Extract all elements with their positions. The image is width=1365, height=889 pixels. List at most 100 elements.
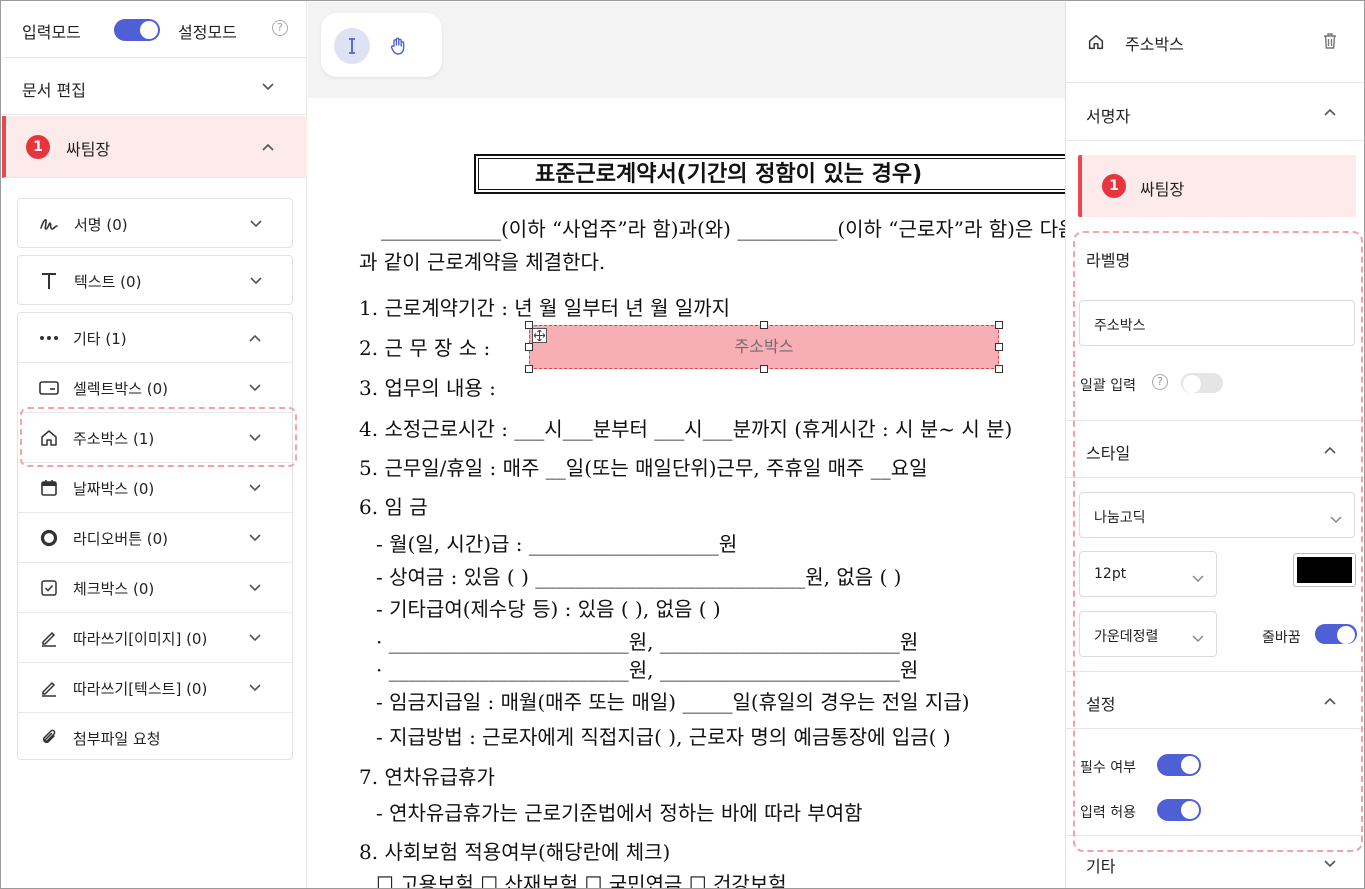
trash-icon[interactable] (1320, 31, 1340, 51)
calendar-icon (38, 477, 60, 499)
doc-line: 1. 근로계약기간 : 년 월 일부터 년 월 일까지 (359, 296, 731, 320)
setting-mode-label: 설정모드 (178, 23, 237, 42)
group-other-label: 기타 (1) (73, 330, 127, 348)
signer-badge: 1 (26, 135, 50, 159)
properties-title: 주소박스 (1125, 35, 1184, 54)
hand-icon[interactable] (380, 28, 416, 64)
address-box-label: 주소박스 (734, 337, 794, 356)
chevron-up-icon (261, 140, 275, 154)
doc-line: · ________________________원, ___________… (376, 658, 919, 682)
left-panel: 입력모드 설정모드 ? 문서 편집 1 싸팀장 서명 (0) 텍스트 (0) 기… (2, 2, 307, 888)
doc-line: 4. 소정근로시간 : ___시___분부터 ___시___분까지 (휴게시간 … (359, 417, 1013, 441)
doc-line: - 지급방법 : 근로자에게 직접지급( ), 근로자 명의 예금통장에 입금(… (376, 725, 951, 749)
group-other: 기타 (1) 셀렉트박스 (0) 주소박스 (1) 날짜박스 (0) 라디오버튼… (17, 312, 293, 760)
chevron-up-icon (1323, 105, 1337, 119)
signer-row[interactable]: 1 싸팀장 (2, 116, 307, 178)
pen-icon (38, 627, 60, 649)
paperclip-icon (38, 727, 60, 749)
doc-line: - 월(일, 시간)급 : ___________________원 (376, 532, 738, 556)
home-icon (1086, 32, 1106, 52)
item-label: 따라쓰기[이미지] (0) (73, 630, 208, 648)
input-mode-label: 입력모드 (22, 23, 81, 42)
chevron-down-icon (261, 80, 275, 94)
group-text[interactable]: 텍스트 (0) (17, 255, 293, 305)
help-icon[interactable]: ? (272, 20, 288, 36)
item-label: 체크박스 (0) (73, 580, 155, 598)
group-other-header[interactable]: 기타 (1) (18, 313, 292, 363)
chevron-down-icon (249, 217, 263, 231)
resize-handle[interactable] (525, 321, 533, 329)
move-handle-icon[interactable] (532, 328, 547, 343)
signature-icon (38, 213, 60, 235)
item-label: 날짜박스 (0) (73, 480, 155, 498)
doc-line: - 임금지급일 : 매월(매주 또는 매일) _____일(휴일의 경우는 전일… (376, 690, 970, 714)
pen-icon (38, 677, 60, 699)
resize-handle[interactable] (995, 365, 1003, 373)
chevron-down-icon (248, 381, 262, 395)
signer-name: 싸팀장 (66, 140, 111, 159)
app-window: 입력모드 설정모드 ? 문서 편집 1 싸팀장 서명 (0) 텍스트 (0) 기… (0, 0, 1365, 889)
chevron-down-icon (249, 274, 263, 288)
text-cursor-icon[interactable] (334, 28, 370, 64)
chevron-down-icon (248, 631, 262, 645)
doc-line: 과 같이 근로계약을 체결한다. (359, 250, 606, 274)
resize-handle[interactable] (995, 343, 1003, 351)
resize-handle[interactable] (525, 343, 533, 351)
group-signature[interactable]: 서명 (0) (17, 198, 293, 248)
doc-line: 3. 업무의 내용 : (359, 376, 496, 400)
doc-line: - 상여금 : 있음 ( ) _________________________… (376, 565, 902, 589)
item-trace-image[interactable]: 따라쓰기[이미지] (0) (18, 612, 292, 662)
item-label: 라디오버튼 (0) (73, 530, 169, 548)
doc-line: 8. 사회보험 적용여부(해당란에 체크) (359, 840, 671, 864)
tool-pill (321, 13, 442, 77)
chevron-down-icon (248, 681, 262, 695)
checkbox-icon (38, 577, 60, 599)
chevron-down-icon (248, 531, 262, 545)
doc-line: · ________________________원, ___________… (376, 630, 919, 654)
other-section-title: 기타 (1086, 857, 1116, 876)
item-select-box[interactable]: 셀렉트박스 (0) (18, 362, 292, 412)
item-label: 셀렉트박스 (0) (73, 380, 169, 398)
mode-toggle[interactable] (114, 19, 160, 41)
doc-line: - 연차유급휴가는 근로기준법에서 정하는 바에 따라 부여함 (376, 801, 863, 825)
item-radio-button[interactable]: 라디오버튼 (0) (18, 512, 292, 562)
doc-edit-row[interactable]: 문서 편집 (2, 59, 307, 115)
group-text-label: 텍스트 (0) (74, 273, 142, 291)
doc-line: ____________(이하 “사업주”라 함)과(와) __________… (381, 217, 1065, 241)
select-box-icon (38, 377, 60, 399)
resize-handle[interactable] (995, 321, 1003, 329)
doc-edit-label: 문서 편집 (22, 81, 86, 100)
properties-panel: 주소박스 서명자 1 싸팀장 라벨명 주소박스 일괄 입력 ? 스타일 나눔고딕… (1065, 2, 1364, 888)
chevron-down-icon (248, 581, 262, 595)
signer-name: 싸팀장 (1140, 180, 1185, 199)
highlight-properties (1073, 231, 1363, 852)
highlight-address-item (20, 407, 297, 467)
item-checkbox[interactable]: 체크박스 (0) (18, 562, 292, 612)
doc-line: 2. 근 무 장 소 : (359, 336, 491, 360)
item-trace-text[interactable]: 따라쓰기[텍스트] (0) (18, 662, 292, 712)
mode-bar: 입력모드 설정모드 ? (2, 2, 307, 58)
item-date-box[interactable]: 날짜박스 (0) (18, 462, 292, 512)
radio-icon (38, 527, 60, 549)
resize-handle[interactable] (760, 321, 768, 329)
item-label: 첨부파일 요청 (73, 730, 161, 748)
document-title: 표준근로계약서(기간의 정함이 있는 경우) (478, 158, 1065, 190)
doc-line: 7. 연차유급휴가 (359, 765, 495, 789)
group-signature-label: 서명 (0) (74, 216, 128, 234)
doc-line: ☐ 고용보험 ☐ 산재보험 ☐ 국민연금 ☐ 건강보험 (376, 872, 787, 889)
selected-signer[interactable]: 1 싸팀장 (1078, 155, 1356, 217)
address-box-field[interactable]: 주소박스 (525, 321, 1003, 373)
document-title-box: 표준근로계약서(기간의 정함이 있는 경우) (474, 154, 1065, 194)
signer-section-header[interactable]: 서명자 (1066, 83, 1364, 141)
properties-header: 주소박스 (1066, 2, 1364, 83)
item-label: 따라쓰기[텍스트] (0) (73, 680, 208, 698)
document-page: 표준근로계약서(기간의 정함이 있는 경우) ____________(이하 “… (308, 98, 1065, 889)
item-attachment-request[interactable]: 첨부파일 요청 (18, 712, 292, 762)
text-icon (38, 270, 60, 292)
doc-line: 5. 근무일/휴일 : 매주 __일(또는 매일단위)근무, 주휴일 매주 __… (359, 456, 928, 480)
resize-handle[interactable] (525, 365, 533, 373)
document-canvas: 표준근로계약서(기간의 정함이 있는 경우) ____________(이하 “… (308, 2, 1065, 889)
signer-section-title: 서명자 (1086, 107, 1131, 126)
doc-line: - 기타급여(제수당 등) : 있음 ( ), 없음 ( ) (376, 597, 721, 621)
resize-handle[interactable] (760, 365, 768, 373)
